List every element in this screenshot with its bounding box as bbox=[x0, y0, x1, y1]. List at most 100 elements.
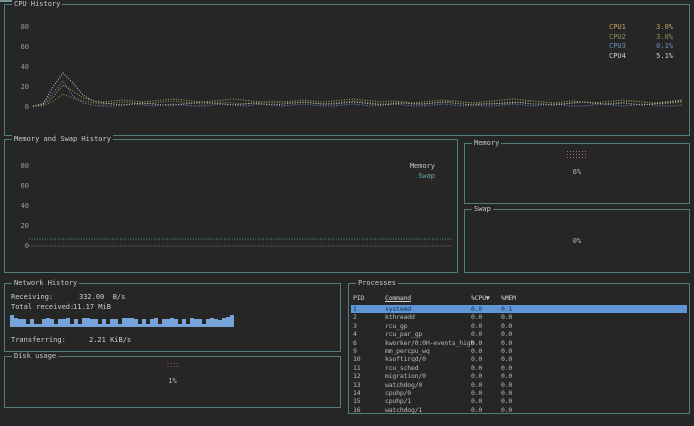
process-command: cpuhp/1 bbox=[385, 397, 411, 405]
process-command: kworker/0:0H-events_high bbox=[385, 339, 474, 347]
process-cpu: 0.0 bbox=[471, 322, 482, 330]
process-command: systemd bbox=[385, 305, 411, 313]
process-row[interactable]: 10ksoftirqd/00.00.0 bbox=[351, 355, 687, 363]
receiving-value: 332.00 B/s bbox=[79, 293, 125, 301]
memory-swap-legend-item: Swap bbox=[410, 172, 435, 182]
cpu-legend-item: CPU2 3.0% bbox=[609, 33, 673, 43]
process-column-header[interactable]: %MEM bbox=[501, 294, 516, 303]
cpu-legend-value: 0.1% bbox=[647, 42, 673, 52]
process-row[interactable]: 6kworker/0:0H-events_high0.00.0 bbox=[351, 339, 687, 347]
process-column-header[interactable]: PID bbox=[353, 294, 364, 303]
swap-title: Swap bbox=[472, 205, 493, 213]
memory-swap-legend-item: Memory bbox=[410, 162, 435, 172]
network-history-panel: Network History Receiving: 332.00 B/s To… bbox=[4, 283, 341, 352]
process-cpu: 0.0 bbox=[471, 406, 482, 414]
process-pid: 13 bbox=[353, 381, 360, 389]
process-mem: 0.0 bbox=[501, 372, 512, 380]
disk-usage-title: Disk usage bbox=[12, 352, 58, 360]
network-history-title: Network History bbox=[12, 279, 79, 287]
cpu-legend: CPU13.0%CPU23.0%CPU30.1%CPU45.1% bbox=[609, 23, 673, 61]
cpu-legend-value: 3.0% bbox=[647, 33, 673, 43]
y-axis-tick: 80 bbox=[13, 23, 29, 31]
y-axis-tick: 60 bbox=[13, 43, 29, 51]
process-pid: 2 bbox=[353, 313, 357, 321]
y-axis-tick: 80 bbox=[13, 162, 29, 170]
memory-title: Memory bbox=[472, 139, 501, 147]
swap-panel: Swap 0% bbox=[464, 209, 690, 273]
process-command: rcu_sched bbox=[385, 364, 418, 372]
process-row[interactable]: 4rcu_par_gp0.00.0 bbox=[351, 330, 687, 338]
process-cpu: 0.0 bbox=[471, 339, 482, 347]
process-cpu: 0.0 bbox=[471, 372, 482, 380]
cpu-legend-value: 3.0% bbox=[647, 23, 673, 33]
process-pid: 14 bbox=[353, 389, 360, 397]
process-row[interactable]: 14cpuhp/00.00.0 bbox=[351, 389, 687, 397]
process-row[interactable]: 13watchdog/00.00.0 bbox=[351, 381, 687, 389]
process-command: ksoftirqd/0 bbox=[385, 355, 426, 363]
cpu-history-panel: CPU History 806040200 CPU13.0%CPU23.0%CP… bbox=[4, 4, 690, 136]
transferring-label: Transferring: bbox=[11, 336, 66, 344]
process-row[interactable]: 1 systemd 0.0 0.1 bbox=[351, 305, 687, 313]
cpu-legend-item: CPU4 5.1% bbox=[609, 52, 673, 62]
process-pid: 6 bbox=[353, 339, 357, 347]
memory-swap-history-panel: Memory and Swap History 806040200 Memory… bbox=[4, 139, 458, 273]
y-axis-tick: 20 bbox=[13, 83, 29, 91]
y-axis-tick: 0 bbox=[13, 103, 29, 111]
process-pid: 16 bbox=[353, 406, 360, 414]
cpu-legend-item: CPU30.1% bbox=[609, 42, 673, 52]
process-cpu: 0.0 bbox=[471, 330, 482, 338]
cpu-history-chart bbox=[29, 7, 685, 115]
memory-swap-chart bbox=[29, 142, 453, 256]
process-mem: 0.0 bbox=[501, 347, 512, 355]
process-row[interactable]: 12migration/00.00.0 bbox=[351, 372, 687, 380]
process-table: 1systemd0.00.12kthreadd0.00.03rcu_gp0.00… bbox=[351, 305, 687, 414]
disk-usage-panel: Disk usage 1% bbox=[4, 356, 341, 408]
memory-usage-indicator bbox=[566, 150, 588, 159]
process-table-header: PID Command %CPU▼ %MEM bbox=[351, 294, 687, 303]
processes-panel: Processes PIDCommand%CPU▼%MEM 1systemd0.… bbox=[348, 283, 690, 414]
process-row[interactable]: 16 watchdog/1 0.0 0.0 bbox=[351, 406, 687, 414]
transferring-value: 2.21 KiB/s bbox=[89, 336, 131, 344]
process-row[interactable]: 11 rcu_sched 0.0 0.0 bbox=[351, 364, 687, 372]
receiving-label: Receiving: bbox=[11, 293, 53, 301]
cpu-legend-item: CPU1 3.0% bbox=[609, 23, 673, 33]
process-mem: 0.0 bbox=[501, 406, 512, 414]
process-pid: 15 bbox=[353, 397, 360, 405]
disk-usage-indicator bbox=[166, 362, 179, 369]
process-command: watchdog/1 bbox=[385, 406, 422, 414]
process-cpu: 0.0 bbox=[471, 364, 482, 372]
memory-swap-legend: MemorySwap bbox=[410, 162, 435, 181]
process-row[interactable]: 15 cpuhp/1 0.0 0.0 bbox=[351, 397, 687, 405]
y-axis-tick: 20 bbox=[13, 222, 29, 230]
cpu-legend-value: 5.1% bbox=[647, 52, 673, 62]
y-axis-tick: 40 bbox=[13, 63, 29, 71]
process-cpu: 0.0 bbox=[471, 305, 482, 313]
process-mem: 0.0 bbox=[501, 330, 512, 338]
process-pid: 4 bbox=[353, 330, 357, 338]
process-row[interactable]: 2kthreadd0.00.0 bbox=[351, 313, 687, 321]
cpu-legend-label: CPU1 bbox=[609, 23, 637, 33]
process-pid: 1 bbox=[353, 305, 357, 313]
process-command: cpuhp/0 bbox=[385, 389, 411, 397]
disk-percent: 1% bbox=[5, 377, 340, 385]
process-mem: 0.0 bbox=[501, 355, 512, 363]
process-command: mm_percpu_wq bbox=[385, 347, 430, 355]
process-command: rcu_gp bbox=[385, 322, 407, 330]
process-column-header[interactable]: %CPU▼ bbox=[471, 294, 490, 303]
process-mem: 0.0 bbox=[501, 397, 512, 405]
process-mem: 0.0 bbox=[501, 313, 512, 321]
process-pid: 12 bbox=[353, 372, 360, 380]
process-row[interactable]: 3rcu_gp0.00.0 bbox=[351, 322, 687, 330]
process-row[interactable]: 9mm_percpu_wq0.00.0 bbox=[351, 347, 687, 355]
process-cpu: 0.0 bbox=[471, 381, 482, 389]
process-mem: 0.1 bbox=[501, 305, 512, 313]
process-cpu: 0.0 bbox=[471, 355, 482, 363]
total-received-value: 11.17 MiB bbox=[73, 303, 111, 311]
cpu-legend-label: CPU4 bbox=[609, 52, 637, 62]
process-pid: 11 bbox=[353, 364, 360, 372]
process-mem: 0.0 bbox=[501, 364, 512, 372]
process-cpu: 0.0 bbox=[471, 397, 482, 405]
process-cpu: 0.0 bbox=[471, 347, 482, 355]
cpu-legend-label: CPU2 bbox=[609, 33, 637, 43]
process-column-header[interactable]: Command bbox=[385, 294, 411, 303]
